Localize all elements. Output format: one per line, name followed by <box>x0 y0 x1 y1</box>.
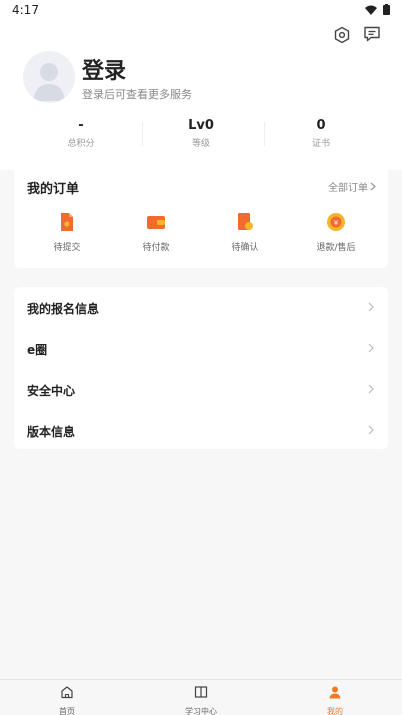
chevron-right-icon <box>368 384 374 394</box>
message-icon <box>364 26 380 42</box>
order-label: 待确认 <box>231 243 259 253</box>
file-icon <box>61 213 73 231</box>
stat-value: - <box>78 118 84 133</box>
stat-value: Lv0 <box>188 118 214 133</box>
stat-label: 等级 <box>191 139 210 149</box>
menu-card: 我的报名信息 e圈 安全中心 版本信息 <box>14 287 388 449</box>
stats-row: - 总积分 Lv0 等级 0 证书 <box>14 118 388 152</box>
avatar[interactable] <box>23 51 75 103</box>
page: 4:17 登录 登录后可查看更多服务 - 总积分 Lv0 等级 0 证书 我的订… <box>0 0 402 715</box>
orders-title: 我的订单 <box>27 182 80 197</box>
stat-label: 证书 <box>311 139 330 149</box>
settings-button[interactable] <box>331 24 353 46</box>
profile-header: 登录 登录后可查看更多服务 - 总积分 Lv0 等级 0 证书 <box>0 20 402 170</box>
stat-points[interactable]: - 总积分 <box>19 118 143 149</box>
hexagon-settings-icon <box>334 26 350 44</box>
all-orders-link[interactable]: 全部订单 <box>328 179 376 194</box>
battery-icon <box>383 4 390 15</box>
default-avatar-icon <box>33 63 65 101</box>
login-subtitle: 登录后可查看更多服务 <box>82 88 192 101</box>
chevron-right-icon <box>368 425 374 435</box>
stat-certificates[interactable]: 0 证书 <box>259 118 383 149</box>
status-icons <box>365 4 390 15</box>
order-label: 待提交 <box>53 243 81 253</box>
stat-label: 总积分 <box>67 139 95 149</box>
bottom-tab-bar: 首页 学习中心 我的 <box>0 679 402 715</box>
stat-value: 0 <box>316 118 326 133</box>
wifi-icon <box>365 5 377 15</box>
order-pending-payment[interactable]: 待付款 <box>121 212 191 253</box>
status-bar: 4:17 <box>0 0 402 20</box>
message-button[interactable] <box>361 23 383 45</box>
chevron-right-icon <box>368 302 374 312</box>
document-check-icon <box>238 213 253 230</box>
user-icon <box>329 686 341 699</box>
tab-study-center[interactable]: 学习中心 <box>161 684 241 715</box>
refund-icon: ¥ <box>327 213 345 231</box>
book-icon <box>194 686 208 698</box>
tab-label: 我的 <box>327 707 343 715</box>
tab-mine[interactable]: 我的 <box>295 684 375 715</box>
menu-label: 版本信息 <box>27 425 76 439</box>
wallet-icon <box>147 216 165 229</box>
all-orders-label: 全部订单 <box>328 183 368 194</box>
order-label: 待付款 <box>142 243 170 253</box>
tab-label: 学习中心 <box>185 707 217 715</box>
svg-text:¥: ¥ <box>334 219 339 227</box>
status-time: 4:17 <box>12 3 39 17</box>
menu-label: 安全中心 <box>27 384 76 398</box>
tab-home[interactable]: 首页 <box>27 684 107 715</box>
order-label: 退款/售后 <box>316 243 356 253</box>
menu-item-version[interactable]: 版本信息 <box>14 410 388 450</box>
menu-label: 我的报名信息 <box>27 302 100 316</box>
order-refund[interactable]: ¥ 退款/售后 <box>301 212 371 253</box>
home-icon <box>61 686 73 699</box>
tab-label: 首页 <box>59 707 75 715</box>
menu-item-e-circle[interactable]: e圈 <box>14 328 388 368</box>
chevron-right-icon <box>370 182 376 191</box>
order-pending-confirm[interactable]: 待确认 <box>210 212 280 253</box>
menu-label: e圈 <box>27 343 48 357</box>
stat-level[interactable]: Lv0 等级 <box>139 118 263 149</box>
menu-item-security[interactable]: 安全中心 <box>14 369 388 409</box>
orders-card: 我的订单 全部订单 待提交 待付款 待确认 ¥ 退款/售后 <box>14 166 388 268</box>
login-title[interactable]: 登录 <box>82 53 126 85</box>
menu-item-registration[interactable]: 我的报名信息 <box>14 287 388 327</box>
chevron-right-icon <box>368 343 374 353</box>
order-pending-submit[interactable]: 待提交 <box>32 212 102 253</box>
